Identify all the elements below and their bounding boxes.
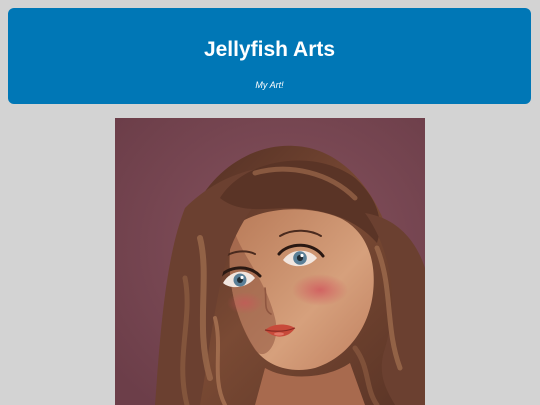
- artwork-image: [115, 118, 425, 405]
- page: Jellyfish Arts My Art!: [0, 0, 540, 405]
- portrait-illustration: [115, 118, 425, 405]
- site-header: Jellyfish Arts My Art!: [8, 8, 531, 104]
- site-title: Jellyfish Arts: [203, 38, 336, 61]
- site-tagline: My Art!: [255, 80, 284, 90]
